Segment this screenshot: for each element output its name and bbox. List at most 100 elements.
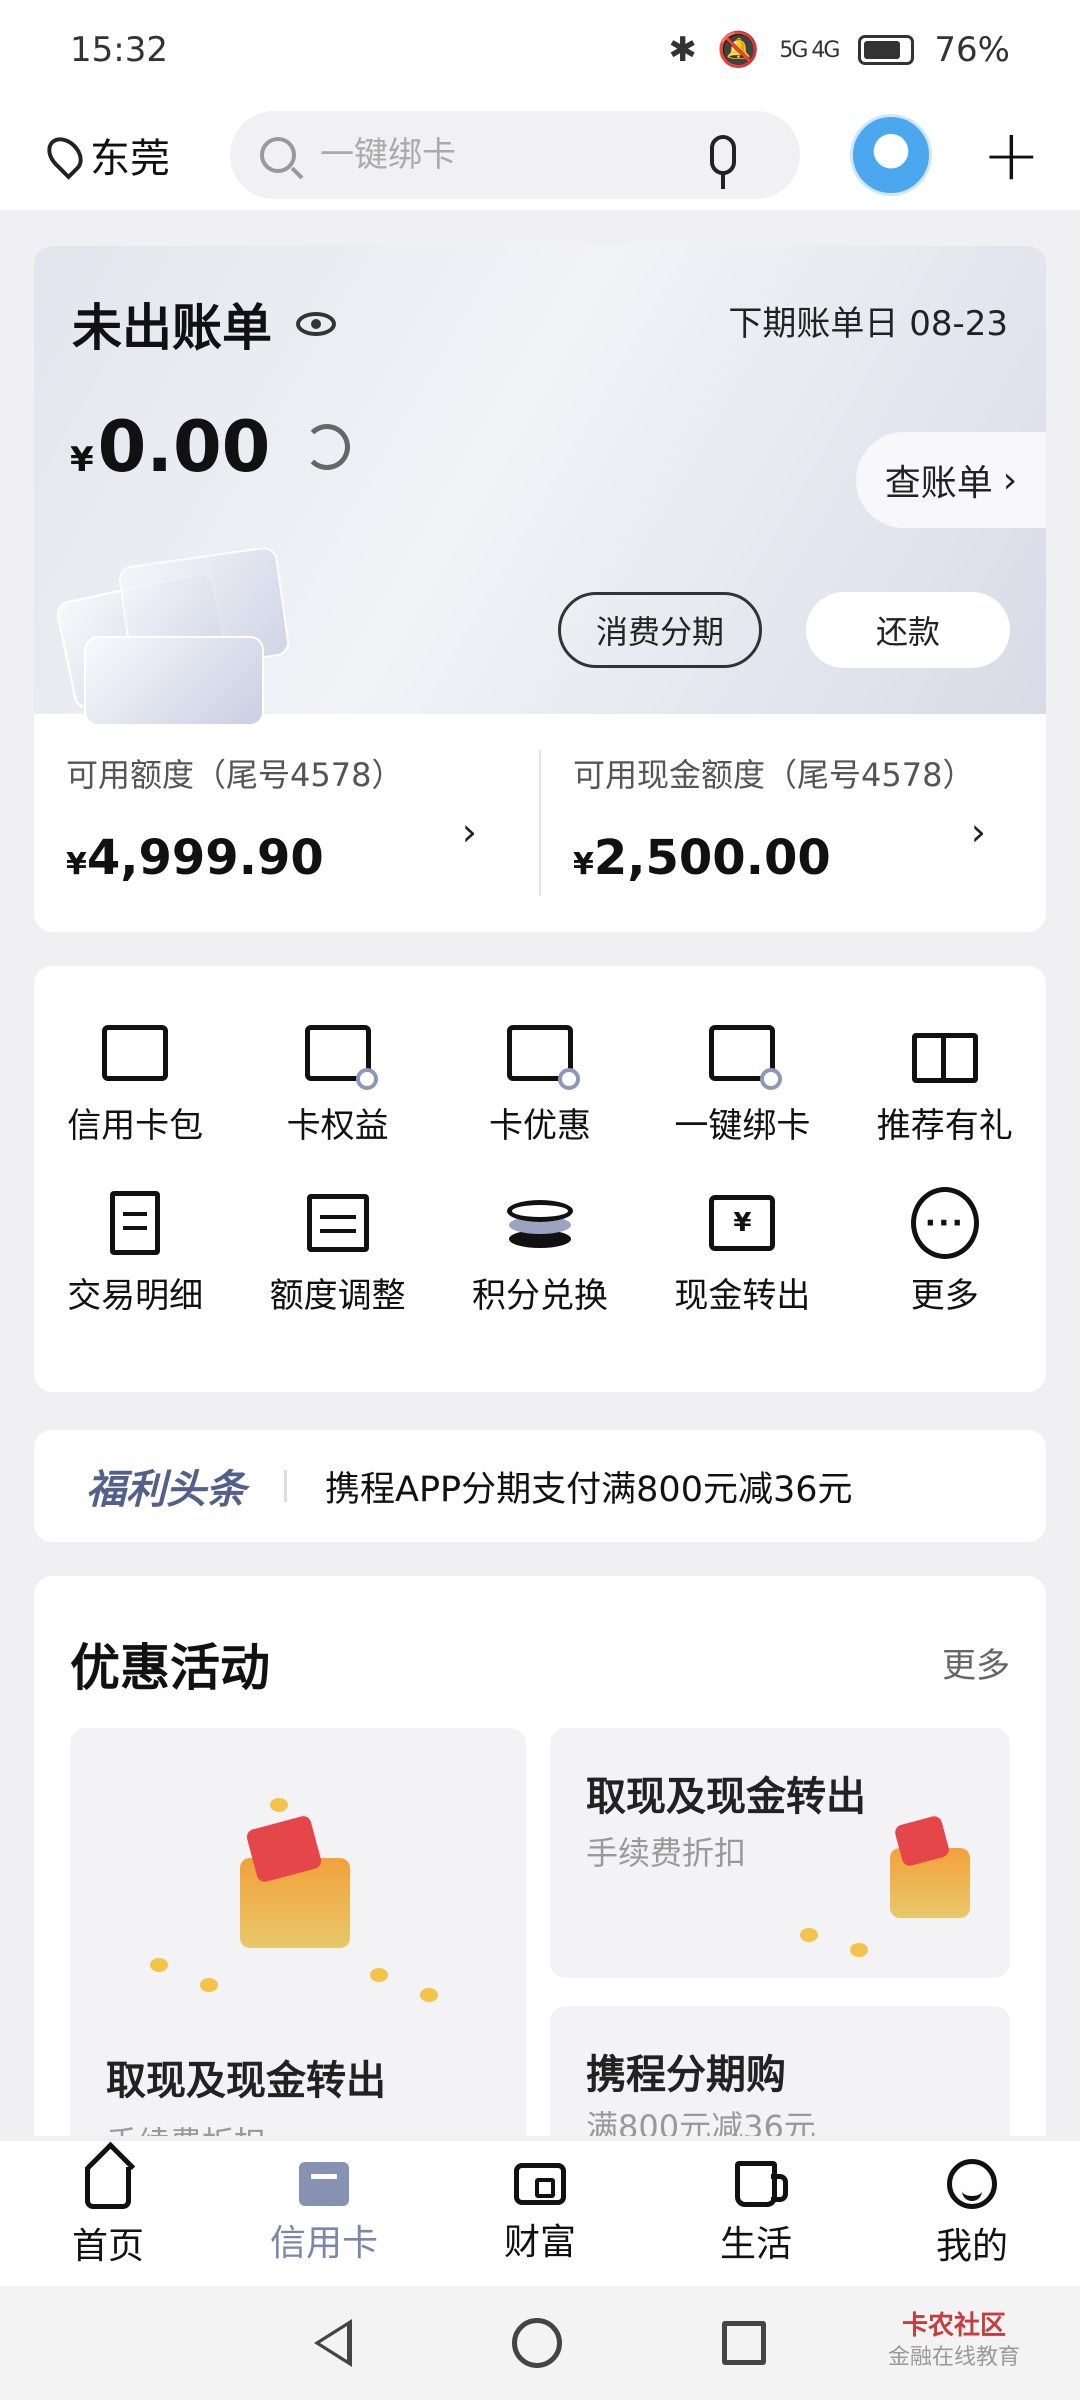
next-bill-date-label: 下期账单日 bbox=[728, 304, 899, 344]
grid-label: 卡权益 bbox=[286, 1106, 389, 1146]
smile-icon bbox=[947, 2158, 997, 2209]
available-cash-limit[interactable]: 可用现金额度（尾号4578） ¥2,500.00 › bbox=[539, 750, 1046, 896]
bluetooth-icon: ✱ bbox=[668, 30, 697, 70]
status-icons: ✱ 🔕 5G 4G 76% bbox=[668, 30, 1010, 70]
available-limit-label: 可用额度（尾号4578） bbox=[66, 756, 404, 794]
grid-item-card-bind[interactable]: 一键绑卡 bbox=[641, 1022, 843, 1192]
home-icon bbox=[85, 2166, 131, 2209]
grid-label: 额度调整 bbox=[269, 1276, 406, 1316]
watermark-subtitle: 金融在线教育 bbox=[887, 2344, 1020, 2370]
promo-card-title: 取现及现金转出 bbox=[106, 2058, 386, 2104]
grid-item-cash-transfer[interactable]: ¥ 现金转出 bbox=[641, 1192, 843, 1362]
grid-item-card-benefit[interactable]: 卡权益 bbox=[236, 1022, 438, 1192]
news-text: 携程APP分期支付满800元减36元 bbox=[325, 1469, 853, 1510]
search-input[interactable] bbox=[320, 135, 710, 175]
promo-card-subtitle: 手续费折扣 bbox=[586, 1834, 747, 1872]
search-bar[interactable] bbox=[230, 111, 800, 199]
next-bill-date: 下期账单日 08-23 bbox=[728, 296, 1008, 345]
treasure-chest-illustration bbox=[890, 1848, 970, 1918]
repay-button[interactable]: 还款 bbox=[806, 592, 1010, 668]
cards-decoration bbox=[44, 545, 294, 726]
grid-label: 卡优惠 bbox=[488, 1106, 591, 1146]
next-bill-date-value: 08-23 bbox=[909, 304, 1008, 344]
nav-credit-card[interactable]: 信用卡 bbox=[216, 2141, 432, 2286]
top-bar: 东莞 + bbox=[0, 100, 1080, 210]
status-bar: 15:32 ✱ 🔕 5G 4G 76% bbox=[0, 0, 1080, 100]
mascot-avatar[interactable] bbox=[850, 114, 932, 196]
eye-icon[interactable] bbox=[296, 312, 336, 336]
watermark: 卡农社区 金融在线教育 bbox=[888, 2310, 1020, 2372]
card-benefit-icon bbox=[304, 1022, 378, 1090]
promo-card-title: 携程分期购 bbox=[586, 2052, 786, 2098]
wallet-icon bbox=[514, 2162, 566, 2205]
nav-wealth[interactable]: 财富 bbox=[432, 2141, 648, 2286]
promo-card-cash[interactable]: 取现及现金转出 手续费折扣 bbox=[550, 1728, 1010, 1978]
divider bbox=[284, 1470, 287, 1502]
transaction-doc-icon bbox=[101, 1191, 169, 1255]
treasure-chest-illustration bbox=[240, 1858, 350, 1948]
news-tag: 福利头条 bbox=[86, 1467, 246, 1513]
currency-symbol: ¥ bbox=[70, 440, 94, 480]
promo-card-subtitle: 手续费折扣 bbox=[106, 2118, 266, 2136]
nav-me[interactable]: 我的 bbox=[864, 2141, 1080, 2286]
location-pin-icon bbox=[40, 130, 90, 180]
microphone-icon[interactable] bbox=[710, 135, 736, 189]
grid-item-transactions[interactable]: 交易明细 bbox=[34, 1191, 236, 1362]
promo-card-ctrip[interactable]: 携程分期购 满800元减36元 bbox=[550, 2006, 1010, 2136]
bill-amount: ¥ 0.00 bbox=[70, 406, 351, 488]
recent-apps-icon[interactable] bbox=[722, 2321, 766, 2365]
cup-icon bbox=[735, 2160, 788, 2207]
view-bill-button[interactable]: 查账单 › bbox=[856, 432, 1046, 528]
nav-label: 财富 bbox=[503, 2221, 576, 2263]
nav-label: 首页 bbox=[71, 2225, 144, 2267]
chevron-right-icon: › bbox=[1002, 459, 1018, 501]
status-time: 15:32 bbox=[70, 30, 168, 70]
back-icon[interactable] bbox=[314, 2319, 352, 2367]
signal-icon: 5G 4G bbox=[779, 37, 840, 63]
available-limit[interactable]: 可用额度（尾号4578） ¥4,999.90 › bbox=[34, 714, 539, 932]
battery-icon bbox=[858, 35, 915, 65]
grid-label: 现金转出 bbox=[674, 1276, 811, 1316]
view-bill-label: 查账单 bbox=[884, 463, 993, 504]
grid-item-card-discount[interactable]: 卡优惠 bbox=[439, 1022, 641, 1192]
home-circle-icon[interactable] bbox=[512, 2318, 562, 2368]
promo-card-subtitle: 满800元减36元 bbox=[586, 2108, 816, 2136]
grid-item-card-wallet[interactable]: 信用卡包 bbox=[34, 1022, 236, 1192]
city-name: 东莞 bbox=[90, 136, 170, 182]
bill-card: 未出账单 下期账单日 08-23 ¥ 0.00 查账单 › 消费分期 还款 可用… bbox=[34, 246, 1046, 932]
refresh-icon[interactable] bbox=[304, 424, 351, 470]
grid-label: 更多 bbox=[910, 1276, 979, 1316]
grid-item-more[interactable]: ··· 更多 bbox=[844, 1187, 1046, 1362]
grid-item-limit-adjust[interactable]: 额度调整 bbox=[236, 1192, 438, 1362]
grid-item-referral[interactable]: 推荐有礼 bbox=[844, 1022, 1046, 1192]
mute-icon: 🔕 bbox=[716, 30, 760, 70]
bill-title-text: 未出账单 bbox=[72, 299, 272, 357]
grid-label: 一键绑卡 bbox=[674, 1106, 811, 1146]
nav-home[interactable]: 首页 bbox=[0, 2141, 216, 2286]
chevron-right-icon: › bbox=[970, 810, 986, 854]
grid-label: 交易明细 bbox=[67, 1276, 204, 1316]
watermark-title: 卡农社区 bbox=[901, 2311, 1006, 2341]
nav-life[interactable]: 生活 bbox=[648, 2141, 864, 2286]
credit-card-icon bbox=[299, 2161, 349, 2206]
card-wallet-icon bbox=[101, 1022, 169, 1084]
promo-card-title: 取现及现金转出 bbox=[586, 1774, 866, 1820]
chevron-right-icon: › bbox=[461, 810, 477, 854]
bill-header: 未出账单 下期账单日 08-23 ¥ 0.00 查账单 › 消费分期 还款 bbox=[34, 246, 1046, 726]
more-icon: ··· bbox=[910, 1187, 979, 1259]
service-grid: 信用卡包 卡权益 卡优惠 一键绑卡 推荐有礼 交易明细 额度调整 积分兑换 ¥ … bbox=[34, 966, 1046, 1392]
grid-label: 积分兑换 bbox=[471, 1276, 608, 1316]
bill-title: 未出账单 bbox=[72, 288, 336, 360]
plus-icon[interactable]: + bbox=[982, 120, 1041, 190]
cash-transfer-icon: ¥ bbox=[708, 1192, 776, 1254]
grid-item-points[interactable]: 积分兑换 bbox=[439, 1192, 641, 1362]
city-selector[interactable]: 东莞 bbox=[40, 126, 210, 184]
gift-icon bbox=[911, 1022, 979, 1084]
available-limit-value: ¥4,999.90 bbox=[66, 830, 324, 886]
search-icon bbox=[260, 137, 296, 173]
promo-card-large[interactable]: 取现及现金转出 手续费折扣 bbox=[70, 1728, 526, 2136]
welfare-news-bar[interactable]: 福利头条 携程APP分期支付满800元减36元 bbox=[34, 1430, 1046, 1542]
promotions-more-link[interactable]: 更多 bbox=[942, 1638, 1010, 1687]
grid-label: 信用卡包 bbox=[67, 1106, 204, 1146]
installment-button[interactable]: 消费分期 bbox=[558, 592, 762, 668]
